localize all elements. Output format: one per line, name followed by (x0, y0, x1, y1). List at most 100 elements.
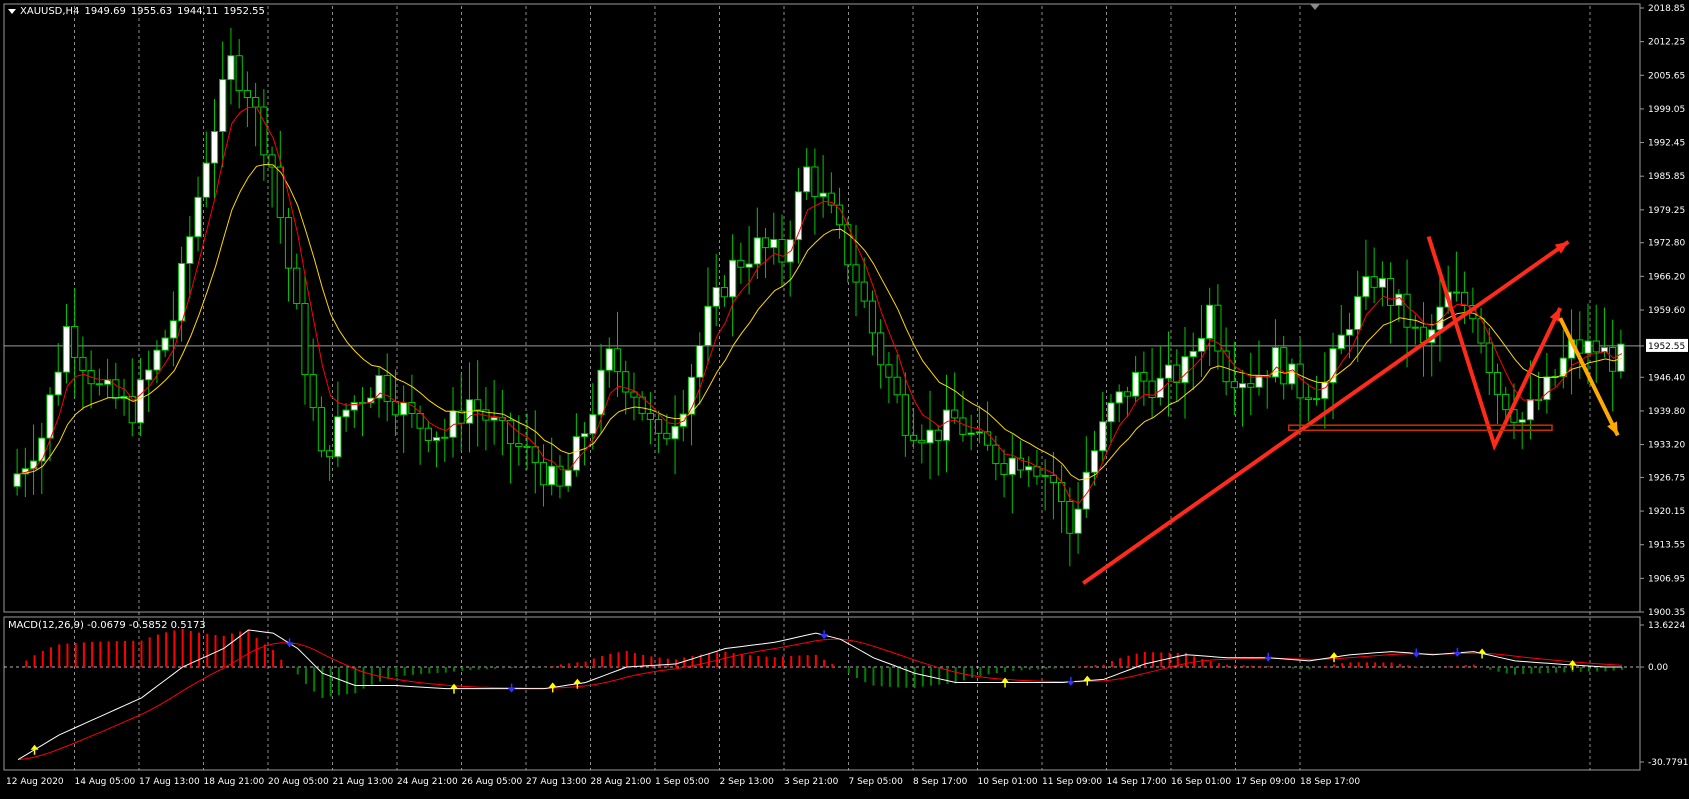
candle-body (548, 465, 556, 486)
candle-body (391, 400, 400, 416)
time-tick-label: 20 Aug 05:00 (268, 777, 329, 787)
candle-body (1617, 343, 1625, 372)
candle-body (1592, 340, 1600, 353)
time-tick-label: 16 Sep 01:00 (1171, 777, 1231, 787)
candle-body (589, 414, 597, 435)
candle-body (1485, 342, 1493, 374)
trading-chart[interactable]: 12 Aug 2020 14 Aug 05:00 17 Aug 13:00 18 Au… (0, 0, 1689, 795)
candle-body (210, 130, 219, 164)
macd-tick-label: -30.7791 (1648, 758, 1688, 768)
time-tick-label: 14 Sep 17:00 (1107, 777, 1167, 787)
candle-body (564, 469, 572, 487)
candle-body (1543, 376, 1551, 401)
window-menu-icon[interactable] (8, 8, 16, 14)
candle-body (1123, 391, 1132, 397)
candle-body (1025, 466, 1033, 471)
candle-body (531, 446, 539, 464)
candle-body (1222, 350, 1230, 383)
low-value: 1944.11 (177, 6, 219, 17)
candle-body (227, 55, 235, 81)
candle-body (1518, 419, 1526, 423)
price-tick-label: 1946.40 (1648, 373, 1685, 383)
candle-body (169, 320, 177, 339)
candle-body (942, 409, 951, 441)
candle-body (729, 259, 737, 298)
price-window-header: XAUUSD,H4 1949.69 1955.63 1944.11 1952.55 (8, 6, 270, 17)
candle-body (136, 379, 145, 424)
candle-body (1493, 372, 1502, 395)
candle-body (852, 264, 860, 283)
time-tick-label: 10 Sep 01:00 (978, 777, 1038, 787)
candle-body (926, 429, 934, 444)
time-tick-label: 7 Sep 05:00 (849, 777, 904, 787)
high-value: 1955.63 (130, 6, 173, 17)
candle-body (46, 394, 54, 439)
candle-body (1238, 383, 1247, 389)
candle-body (992, 444, 1000, 465)
candle-body (1461, 291, 1469, 307)
candle-body (918, 439, 926, 444)
candle-body (1230, 381, 1238, 389)
candle-body (909, 434, 918, 441)
candle-body (720, 287, 729, 298)
candle-body (663, 432, 671, 440)
price-tick-label: 1966.20 (1648, 272, 1685, 282)
candle-body (441, 436, 449, 439)
candle-body (400, 402, 408, 416)
candle-body (317, 407, 326, 452)
chart-canvas[interactable]: 12 Aug 2020 14 Aug 05:00 17 Aug 13:00 18 Au… (0, 0, 1689, 795)
price-tick-label: 2018.85 (1648, 4, 1685, 14)
price-tick-label: 1985.85 (1648, 172, 1685, 182)
candle-body (252, 96, 260, 108)
candle-body (1164, 364, 1173, 379)
candle-body (975, 431, 983, 434)
time-tick-label: 21 Aug 13:00 (333, 777, 394, 787)
candle-body (186, 236, 194, 264)
candle-body (1609, 347, 1617, 372)
candle-body (1206, 304, 1214, 339)
macd-tick-label: 0.00 (1648, 663, 1668, 673)
time-tick-label: 28 Aug 21:00 (591, 777, 652, 787)
time-tick-label: 8 Sep 17:00 (913, 777, 968, 787)
candle-body (737, 259, 745, 268)
candle-body (1354, 296, 1362, 330)
candle-body (112, 379, 120, 399)
price-tick-label: 1900.35 (1648, 608, 1685, 618)
candle-body (1107, 402, 1115, 423)
candle-body (605, 348, 613, 371)
time-tick-label: 24 Aug 21:00 (397, 777, 458, 787)
candle-body (161, 337, 169, 351)
candle-body (62, 326, 71, 373)
candle-body (71, 326, 79, 358)
candle-body (1033, 466, 1041, 477)
macd-tick-label: 13.6224 (1648, 621, 1685, 631)
price-tick-label: 1926.75 (1648, 473, 1685, 483)
close-value: 1952.55 (223, 6, 265, 17)
candle-body (383, 375, 391, 402)
candle-body (1370, 276, 1378, 288)
candle-body (613, 348, 622, 373)
candle-body (432, 437, 441, 441)
candle-body (350, 402, 358, 411)
price-tick-label: 1913.55 (1648, 541, 1685, 551)
macd-window-header: MACD(12,26,9) -0.0679 -0.5852 0.5173 (8, 620, 211, 631)
candle-body (753, 237, 761, 265)
candle-body (1008, 457, 1016, 475)
candle-body (1099, 421, 1107, 452)
candle-body (934, 429, 942, 441)
time-tick-label: 27 Aug 13:00 (526, 777, 587, 787)
candle-body (803, 166, 811, 193)
price-tick-label: 1972.80 (1648, 239, 1685, 249)
price-tick-label: 1939.80 (1648, 407, 1685, 417)
candle-body (860, 281, 868, 302)
time-tick-label: 18 Aug 21:00 (204, 777, 265, 787)
candle-body (416, 412, 424, 429)
time-tick-label: 26 Aug 05:00 (462, 777, 523, 787)
price-tick-label: 1906.95 (1648, 574, 1685, 584)
candle-body (951, 409, 959, 419)
candle-body (1386, 277, 1395, 306)
candle-body (284, 217, 293, 269)
candle-body (309, 374, 317, 409)
candle-body (145, 369, 153, 381)
candle-body (1526, 398, 1535, 421)
